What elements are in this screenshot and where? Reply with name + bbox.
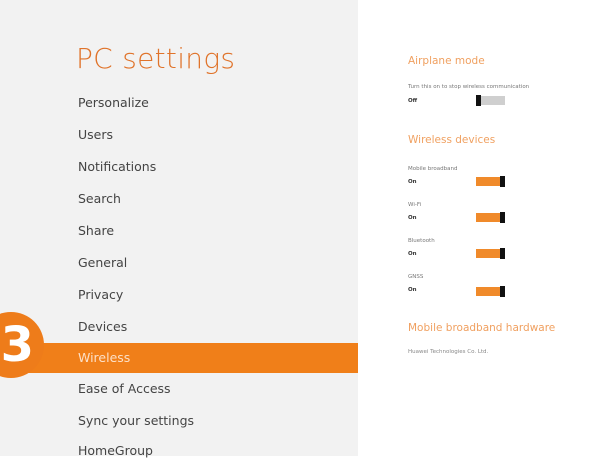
bluetooth-toggle[interactable] xyxy=(476,248,505,259)
airplane-mode-state: Off xyxy=(408,98,418,104)
airplane-mode-heading: Airplane mode xyxy=(408,55,485,67)
sidebar-item-devices[interactable]: Devices xyxy=(0,312,358,342)
device-state-bluetooth: On xyxy=(408,251,417,257)
sidebar-item-label: Notifications xyxy=(78,159,157,174)
sidebar-item-label: Devices xyxy=(78,319,128,334)
sidebar-item-share[interactable]: Share xyxy=(0,216,358,246)
mobile-broadband-hardware-heading: Mobile broadband hardware xyxy=(408,322,556,334)
sidebar-item-label: Ease of Access xyxy=(78,381,171,396)
sidebar-item-general[interactable]: General xyxy=(0,248,358,278)
device-name-wifi: Wi-Fi xyxy=(408,202,422,208)
airplane-mode-description: Turn this on to stop wireless communicat… xyxy=(408,84,530,90)
hardware-vendor-name: Huawei Technologies Co. Ltd. xyxy=(408,349,489,355)
sidebar-item-label: Privacy xyxy=(78,287,124,302)
sidebar-item-search[interactable]: Search xyxy=(0,184,358,214)
sidebar-item-label: General xyxy=(78,255,128,270)
sidebar-item-label: Wireless xyxy=(78,350,131,365)
device-name-bluetooth: Bluetooth xyxy=(408,238,435,244)
sidebar-item-label: Sync your settings xyxy=(78,413,195,428)
sidebar-item-homegroup[interactable]: HomeGroup xyxy=(0,436,358,466)
device-name-mobile-broadband: Mobile broadband xyxy=(408,166,458,172)
gnss-toggle[interactable] xyxy=(476,286,505,297)
sidebar-item-label: Search xyxy=(78,191,121,206)
toggle-thumb[interactable] xyxy=(500,176,505,187)
wifi-toggle[interactable] xyxy=(476,212,505,223)
wireless-devices-heading: Wireless devices xyxy=(408,134,496,146)
sidebar-item-notifications[interactable]: Notifications xyxy=(0,152,358,182)
device-name-gnss: GNSS xyxy=(408,274,424,280)
sidebar-item-personalize[interactable]: Personalize xyxy=(0,88,358,118)
sidebar-item-label: Personalize xyxy=(78,95,149,110)
device-state-gnss: On xyxy=(408,287,417,293)
sidebar-item-label: Share xyxy=(78,223,115,238)
device-state-mobile-broadband: On xyxy=(408,179,417,185)
airplane-mode-toggle[interactable] xyxy=(476,95,505,106)
sidebar-item-sync-settings[interactable]: Sync your settings xyxy=(0,406,358,436)
settings-sidebar: PC settings Personalize Users Notificati… xyxy=(0,0,358,458)
sidebar-item-label: HomeGroup xyxy=(78,443,153,458)
toggle-thumb[interactable] xyxy=(500,212,505,223)
page-title: PC settings xyxy=(76,42,236,75)
sidebar-item-users[interactable]: Users xyxy=(0,120,358,150)
toggle-thumb[interactable] xyxy=(500,286,505,297)
sidebar-item-label: Users xyxy=(78,127,114,142)
device-state-wifi: On xyxy=(408,215,417,221)
toggle-thumb[interactable] xyxy=(500,248,505,259)
sidebar-item-ease-of-access[interactable]: Ease of Access xyxy=(0,374,358,404)
sidebar-item-privacy[interactable]: Privacy xyxy=(0,280,358,310)
toggle-thumb[interactable] xyxy=(476,95,481,106)
sidebar-item-wireless[interactable]: Wireless xyxy=(0,343,358,373)
mobile-broadband-toggle[interactable] xyxy=(476,176,505,187)
